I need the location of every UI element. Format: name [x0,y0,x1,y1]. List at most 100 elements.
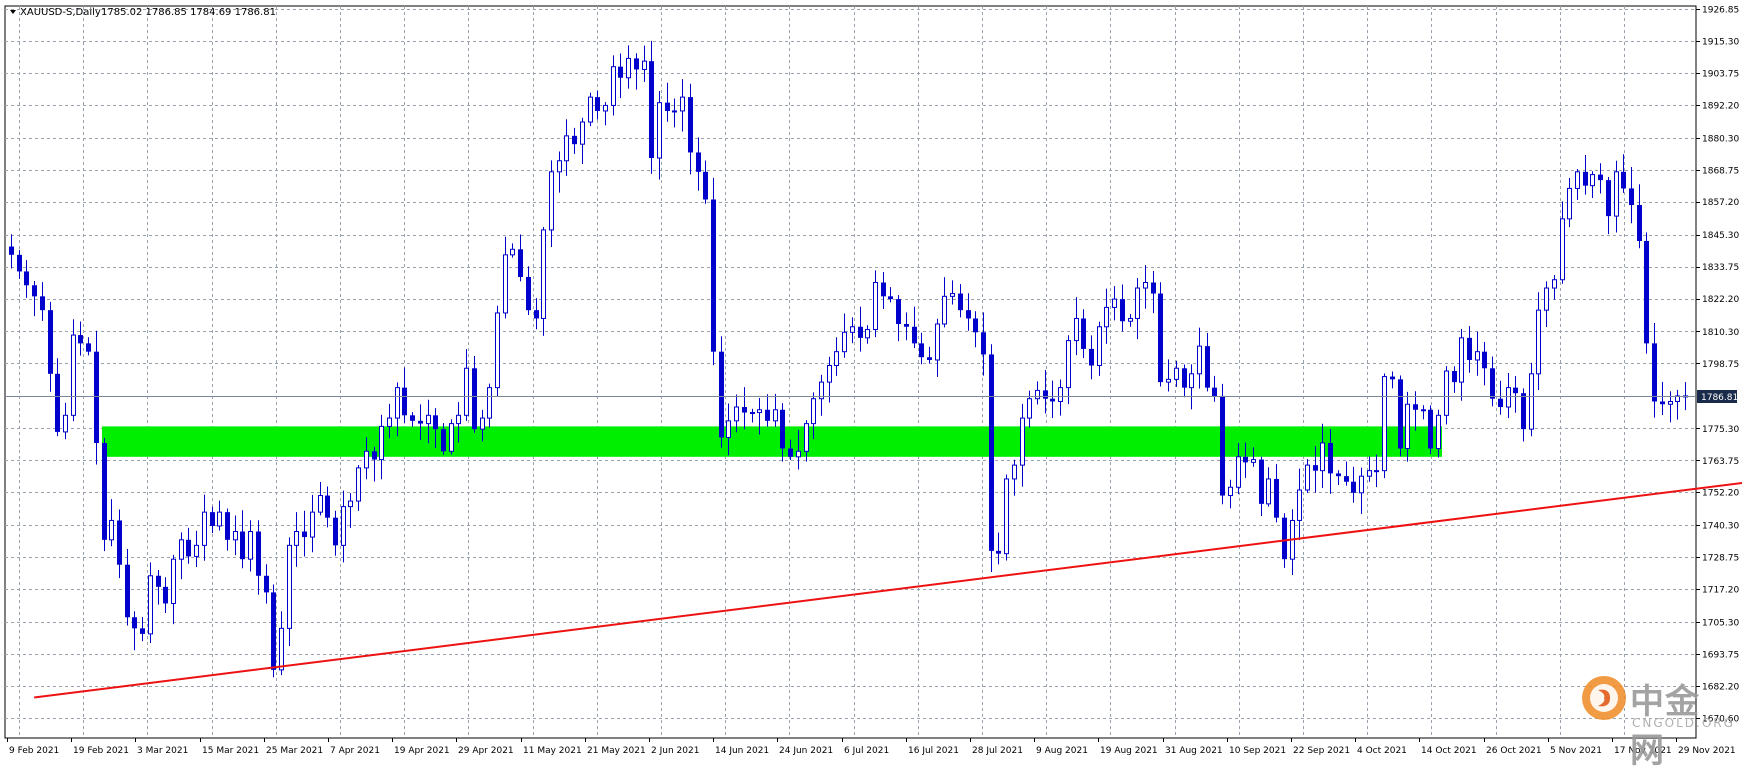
candle-body-up [750,412,755,415]
x-tick-label: 21 May 2021 [587,746,646,756]
candle-body-down [1513,387,1518,394]
candle-body-down [86,343,91,352]
candle-body-up [387,417,392,427]
y-tick-label: 1868.75 [1702,166,1739,176]
candle-body-up [1143,282,1148,289]
candle-body-down [1158,293,1163,383]
candle-body-down [140,628,145,634]
candle-body-up [1035,389,1040,400]
y-tick-label: 1728.75 [1702,554,1739,564]
candle-body-up [348,500,353,508]
candle-body-up [873,282,878,331]
candle-body-up [1128,317,1133,322]
candle-body-down [210,512,215,526]
time-axis[interactable]: 9 Feb 2021 19 Feb 2021 3 Mar 2021 15 Mar 20… [7,738,1736,756]
candle-body-up [1536,309,1541,375]
candle-body-up [834,351,839,367]
candle-body-down [534,310,539,319]
candle-body-up [1552,279,1557,289]
candle [1398,375,1403,457]
candle-body-up [935,323,940,361]
symbol-title: XAUUSD-S,Daily [20,7,101,18]
candle [1644,232,1649,354]
candle [1529,362,1534,437]
candle-body-down [271,592,276,670]
candle-body-up [1367,470,1372,477]
candle-body-up [1305,464,1310,491]
candle-body-up [464,367,469,416]
candle-body-down [780,409,785,449]
candle-body-up [63,414,68,433]
candle-body-up [1560,218,1565,281]
candle-body-up [217,511,222,527]
candle-body-down [958,293,963,311]
candlestick-chart[interactable]: 1926.85 1915.30 1903.75 1892.20 1880.30 1868.… [0,0,1742,771]
candle-body-up [456,414,461,425]
candle-body-up [294,531,299,546]
candle-body-up [865,329,870,339]
x-tick-label: 9 Aug 2021 [1036,746,1088,756]
candle-body-down [696,152,701,172]
candle-body-down [1182,368,1187,388]
y-tick-label: 1926.85 [1702,6,1739,16]
candle-body-up [287,544,292,629]
candle-body-up [1614,171,1619,217]
candle-body-up [1436,414,1441,450]
candle-body-down [94,351,99,443]
candle-body-down [996,550,1001,554]
x-tick-label: 29 Apr 2021 [458,746,514,756]
x-tick-label: 15 Mar 2021 [202,746,259,756]
candle-body-down [1344,476,1349,482]
support-zone-rect [102,426,1442,457]
candle-body-down [688,97,693,153]
y-tick-label: 1845.30 [1702,231,1739,241]
candle-body-up [194,544,199,557]
candle-body-down [595,97,600,111]
candle-body-down [1428,409,1433,449]
x-tick-label: 9 Feb 2021 [9,746,59,756]
chart-svg[interactable]: 1926.85 1915.30 1903.75 1892.20 1880.30 1868.… [0,0,1742,762]
candle-body-down [24,271,29,286]
candle-body-down [1413,404,1418,410]
candle-body-down [1644,240,1649,344]
candle-body-up [1197,345,1202,375]
candle-body-down [1220,395,1225,496]
candle-body-down [32,285,37,297]
x-tick-label: 19 Aug 2021 [1100,746,1158,756]
candle-body-up [449,423,454,452]
y-tick-label: 1903.75 [1702,69,1739,79]
candle-body-up [557,160,562,173]
chart-header: XAUUSD-S,Daily 1785.02 1786.85 1784.69 1… [10,7,276,18]
candle-body-down [1452,371,1457,383]
candle-body-down [1120,299,1125,322]
x-tick-label: 28 Jul 2021 [972,746,1023,756]
y-tick-label: 1775.30 [1702,425,1739,435]
candle-body-up [1236,456,1241,488]
y-tick-label: 1693.75 [1702,650,1739,660]
candle-body-up [1228,486,1233,497]
candle-body-up [487,387,492,419]
candle-body-up [811,398,816,425]
y-tick-label: 1833.75 [1702,263,1739,273]
candle-body-up [642,60,647,70]
candle-body-down [719,351,724,438]
candle-body-down [1081,318,1086,349]
candle-body-up [1421,409,1426,412]
candle-body-up [1529,373,1534,430]
candle-body-up [1297,489,1302,521]
candle-body-up [109,519,114,541]
candle-body-up [950,293,955,297]
candle-body-down [1652,343,1657,402]
candle-body-down [1621,171,1626,189]
y-tick-label: 1880.30 [1702,134,1739,144]
candle-body-up [1189,373,1194,389]
price-axis[interactable]: 1926.85 1915.30 1903.75 1892.20 1880.30 1868.… [1696,6,1739,725]
candle-body-down [1467,337,1472,360]
candle-body-down [1282,517,1287,560]
y-tick-label: 1822.20 [1702,295,1739,305]
candle-body-up [1320,442,1325,472]
candle-body-up [541,229,546,319]
x-tick-label: 22 Sep 2021 [1293,746,1350,756]
x-tick-label: 24 Jun 2021 [779,746,833,756]
candle-body-up [773,409,778,422]
